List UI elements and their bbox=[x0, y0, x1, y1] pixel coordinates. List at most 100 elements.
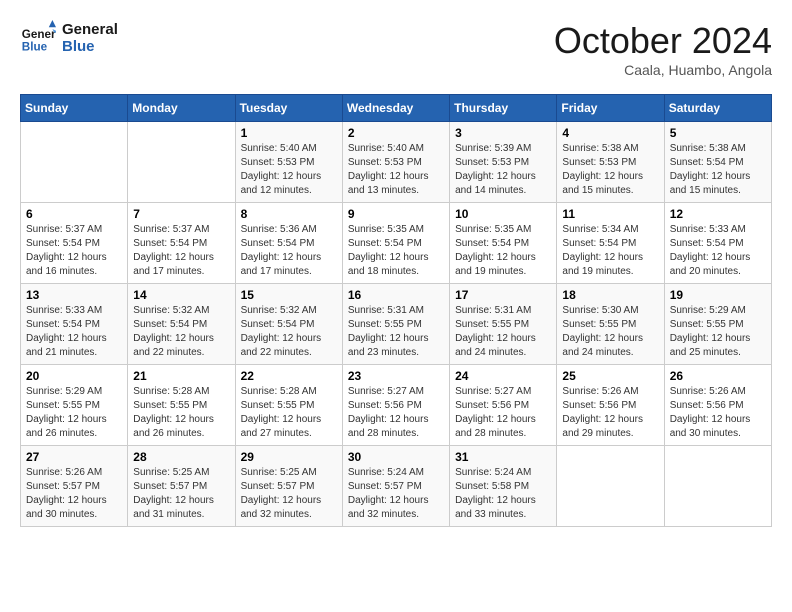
day-number: 2 bbox=[348, 126, 444, 140]
day-number: 12 bbox=[670, 207, 766, 221]
day-number: 9 bbox=[348, 207, 444, 221]
weekday-header: Saturday bbox=[664, 95, 771, 122]
page-header: General Blue General Blue October 2024 C… bbox=[20, 20, 772, 78]
day-info: Sunrise: 5:31 AM Sunset: 5:55 PM Dayligh… bbox=[455, 304, 551, 360]
calendar-cell: 12 Sunrise: 5:33 AM Sunset: 5:54 PM Dayli… bbox=[664, 203, 771, 284]
day-number: 7 bbox=[133, 207, 229, 221]
weekday-header: Friday bbox=[557, 95, 664, 122]
svg-text:General: General bbox=[22, 28, 56, 41]
logo-general: General bbox=[62, 21, 118, 38]
day-number: 1 bbox=[241, 126, 337, 140]
calendar-cell: 30 Sunrise: 5:24 AM Sunset: 5:57 PM Dayli… bbox=[342, 446, 449, 527]
calendar-cell: 3 Sunrise: 5:39 AM Sunset: 5:53 PM Daylig… bbox=[450, 122, 557, 203]
day-number: 20 bbox=[26, 369, 122, 383]
day-number: 26 bbox=[670, 369, 766, 383]
calendar-cell: 2Sunrise: 5:40 AM Sunset: 5:53 PM Daylig… bbox=[342, 122, 449, 203]
day-info: Sunrise: 5:30 AM Sunset: 5:55 PM Dayligh… bbox=[562, 304, 658, 360]
day-info: Sunrise: 5:25 AM Sunset: 5:57 PM Dayligh… bbox=[133, 466, 229, 522]
calendar-cell: 8Sunrise: 5:36 AM Sunset: 5:54 PM Daylig… bbox=[235, 203, 342, 284]
weekday-header: Thursday bbox=[450, 95, 557, 122]
day-info: Sunrise: 5:35 AM Sunset: 5:54 PM Dayligh… bbox=[455, 223, 551, 279]
logo-icon: General Blue bbox=[20, 20, 56, 56]
title-block: October 2024 Caala, Huambo, Angola bbox=[554, 20, 772, 78]
day-info: Sunrise: 5:40 AM Sunset: 5:53 PM Dayligh… bbox=[241, 142, 337, 198]
weekday-header: Monday bbox=[128, 95, 235, 122]
calendar-cell: 23 Sunrise: 5:27 AM Sunset: 5:56 PM Dayli… bbox=[342, 365, 449, 446]
day-number: 31 bbox=[455, 450, 551, 464]
day-number: 19 bbox=[670, 288, 766, 302]
day-number: 5 bbox=[670, 126, 766, 140]
day-info: Sunrise: 5:35 AM Sunset: 5:54 PM Dayligh… bbox=[348, 223, 444, 279]
calendar-week-row: 13Sunrise: 5:33 AM Sunset: 5:54 PM Dayli… bbox=[21, 284, 772, 365]
day-info: Sunrise: 5:39 AM Sunset: 5:53 PM Dayligh… bbox=[455, 142, 551, 198]
day-info: Sunrise: 5:32 AM Sunset: 5:54 PM Dayligh… bbox=[241, 304, 337, 360]
day-info: Sunrise: 5:28 AM Sunset: 5:55 PM Dayligh… bbox=[133, 385, 229, 441]
day-info: Sunrise: 5:38 AM Sunset: 5:53 PM Dayligh… bbox=[562, 142, 658, 198]
day-number: 23 bbox=[348, 369, 444, 383]
calendar-cell: 29 Sunrise: 5:25 AM Sunset: 5:57 PM Dayli… bbox=[235, 446, 342, 527]
location-subtitle: Caala, Huambo, Angola bbox=[554, 62, 772, 78]
day-info: Sunrise: 5:26 AM Sunset: 5:56 PM Dayligh… bbox=[562, 385, 658, 441]
day-number: 21 bbox=[133, 369, 229, 383]
day-info: Sunrise: 5:37 AM Sunset: 5:54 PM Dayligh… bbox=[133, 223, 229, 279]
day-number: 3 bbox=[455, 126, 551, 140]
calendar-cell: 16Sunrise: 5:31 AM Sunset: 5:55 PM Dayli… bbox=[342, 284, 449, 365]
calendar-week-row: 27Sunrise: 5:26 AM Sunset: 5:57 PM Dayli… bbox=[21, 446, 772, 527]
day-number: 18 bbox=[562, 288, 658, 302]
day-number: 15 bbox=[241, 288, 337, 302]
calendar-cell bbox=[21, 122, 128, 203]
day-number: 30 bbox=[348, 450, 444, 464]
weekday-header: Tuesday bbox=[235, 95, 342, 122]
day-number: 11 bbox=[562, 207, 658, 221]
day-number: 17 bbox=[455, 288, 551, 302]
day-info: Sunrise: 5:24 AM Sunset: 5:57 PM Dayligh… bbox=[348, 466, 444, 522]
weekday-header-row: SundayMondayTuesdayWednesdayThursdayFrid… bbox=[21, 95, 772, 122]
logo-blue: Blue bbox=[62, 38, 118, 55]
day-number: 10 bbox=[455, 207, 551, 221]
calendar-cell: 5 Sunrise: 5:38 AM Sunset: 5:54 PM Daylig… bbox=[664, 122, 771, 203]
day-info: Sunrise: 5:27 AM Sunset: 5:56 PM Dayligh… bbox=[348, 385, 444, 441]
calendar-cell: 14Sunrise: 5:32 AM Sunset: 5:54 PM Dayli… bbox=[128, 284, 235, 365]
calendar-week-row: 20 Sunrise: 5:29 AM Sunset: 5:55 PM Dayli… bbox=[21, 365, 772, 446]
calendar-cell: 11 Sunrise: 5:34 AM Sunset: 5:54 PM Dayli… bbox=[557, 203, 664, 284]
month-title: October 2024 bbox=[554, 20, 772, 62]
day-info: Sunrise: 5:26 AM Sunset: 5:56 PM Dayligh… bbox=[670, 385, 766, 441]
calendar-cell: 1 Sunrise: 5:40 AM Sunset: 5:53 PM Daylig… bbox=[235, 122, 342, 203]
svg-text:Blue: Blue bbox=[22, 41, 48, 54]
day-number: 6 bbox=[26, 207, 122, 221]
calendar-cell: 10 Sunrise: 5:35 AM Sunset: 5:54 PM Dayli… bbox=[450, 203, 557, 284]
day-info: Sunrise: 5:29 AM Sunset: 5:55 PM Dayligh… bbox=[26, 385, 122, 441]
day-info: Sunrise: 5:29 AM Sunset: 5:55 PM Dayligh… bbox=[670, 304, 766, 360]
calendar-table: SundayMondayTuesdayWednesdayThursdayFrid… bbox=[20, 94, 772, 527]
calendar-cell: 28Sunrise: 5:25 AM Sunset: 5:57 PM Dayli… bbox=[128, 446, 235, 527]
day-info: Sunrise: 5:24 AM Sunset: 5:58 PM Dayligh… bbox=[455, 466, 551, 522]
calendar-cell: 9 Sunrise: 5:35 AM Sunset: 5:54 PM Daylig… bbox=[342, 203, 449, 284]
day-info: Sunrise: 5:33 AM Sunset: 5:54 PM Dayligh… bbox=[670, 223, 766, 279]
day-info: Sunrise: 5:34 AM Sunset: 5:54 PM Dayligh… bbox=[562, 223, 658, 279]
day-info: Sunrise: 5:32 AM Sunset: 5:54 PM Dayligh… bbox=[133, 304, 229, 360]
calendar-cell: 15 Sunrise: 5:32 AM Sunset: 5:54 PM Dayli… bbox=[235, 284, 342, 365]
day-number: 24 bbox=[455, 369, 551, 383]
day-info: Sunrise: 5:36 AM Sunset: 5:54 PM Dayligh… bbox=[241, 223, 337, 279]
calendar-week-row: 6 Sunrise: 5:37 AM Sunset: 5:54 PM Daylig… bbox=[21, 203, 772, 284]
calendar-cell: 7 Sunrise: 5:37 AM Sunset: 5:54 PM Daylig… bbox=[128, 203, 235, 284]
day-info: Sunrise: 5:33 AM Sunset: 5:54 PM Dayligh… bbox=[26, 304, 122, 360]
day-info: Sunrise: 5:28 AM Sunset: 5:55 PM Dayligh… bbox=[241, 385, 337, 441]
day-info: Sunrise: 5:38 AM Sunset: 5:54 PM Dayligh… bbox=[670, 142, 766, 198]
calendar-cell bbox=[664, 446, 771, 527]
calendar-cell: 18 Sunrise: 5:30 AM Sunset: 5:55 PM Dayli… bbox=[557, 284, 664, 365]
calendar-cell: 25Sunrise: 5:26 AM Sunset: 5:56 PM Dayli… bbox=[557, 365, 664, 446]
calendar-cell: 6 Sunrise: 5:37 AM Sunset: 5:54 PM Daylig… bbox=[21, 203, 128, 284]
calendar-cell: 19 Sunrise: 5:29 AM Sunset: 5:55 PM Dayli… bbox=[664, 284, 771, 365]
day-info: Sunrise: 5:26 AM Sunset: 5:57 PM Dayligh… bbox=[26, 466, 122, 522]
calendar-cell: 31 Sunrise: 5:24 AM Sunset: 5:58 PM Dayli… bbox=[450, 446, 557, 527]
calendar-cell: 4Sunrise: 5:38 AM Sunset: 5:53 PM Daylig… bbox=[557, 122, 664, 203]
calendar-cell: 21 Sunrise: 5:28 AM Sunset: 5:55 PM Dayli… bbox=[128, 365, 235, 446]
day-info: Sunrise: 5:25 AM Sunset: 5:57 PM Dayligh… bbox=[241, 466, 337, 522]
logo: General Blue General Blue bbox=[20, 20, 118, 56]
day-number: 16 bbox=[348, 288, 444, 302]
day-number: 29 bbox=[241, 450, 337, 464]
calendar-week-row: 1 Sunrise: 5:40 AM Sunset: 5:53 PM Daylig… bbox=[21, 122, 772, 203]
calendar-cell: 22Sunrise: 5:28 AM Sunset: 5:55 PM Dayli… bbox=[235, 365, 342, 446]
day-info: Sunrise: 5:37 AM Sunset: 5:54 PM Dayligh… bbox=[26, 223, 122, 279]
